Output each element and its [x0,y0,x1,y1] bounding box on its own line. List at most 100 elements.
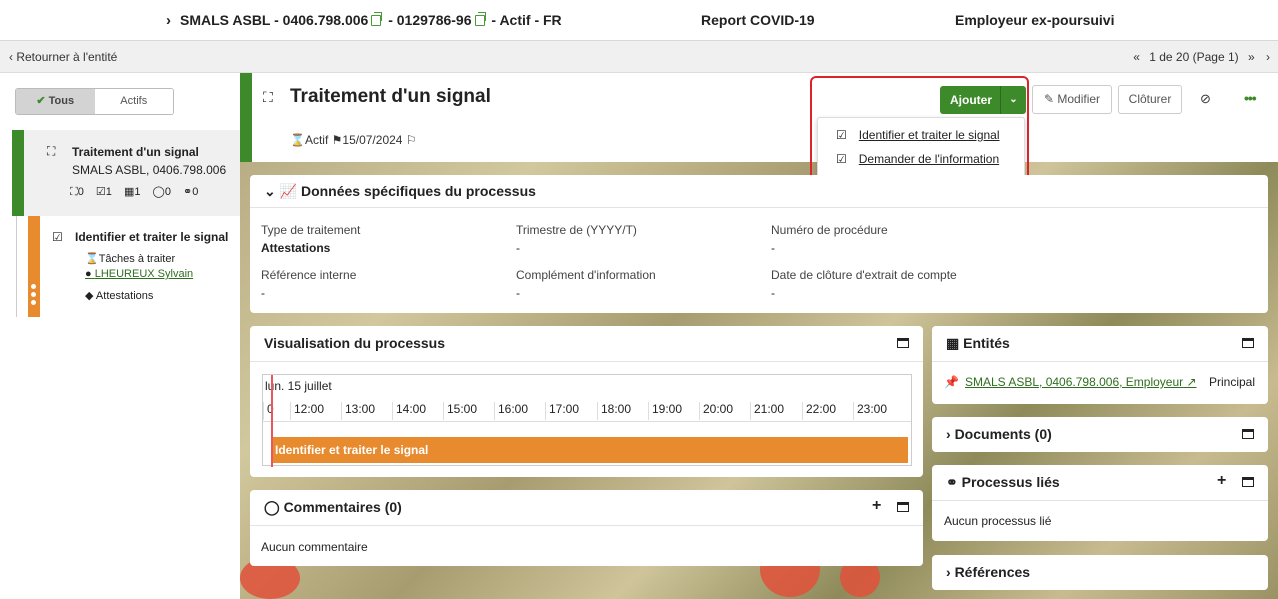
chevron-right-icon: › [946,564,951,580]
entities-title: ▦ Entités [946,335,1010,351]
hierarchy-count: ⛶0 [70,186,84,198]
tag-icon: ◆ [85,290,94,302]
first-page-icon[interactable]: « [1133,50,1140,64]
filter-toggle: ✔ Tous Actifs [15,88,174,115]
toggle-active[interactable]: Actifs [94,89,173,114]
checkbox-icon: ☑ [836,128,847,142]
gantt-task-bar[interactable]: Identifier et traiter le signal [271,437,908,463]
field-label: Type de traitement [261,223,361,237]
field-label: Date de clôture d'extrait de compte [771,268,957,282]
close-button[interactable]: Clôturer [1118,85,1182,114]
field-value: - [516,286,520,300]
field-label: Complément d'information [516,268,656,282]
process-card[interactable]: ⛶ Traitement d'un signal SMALS ASBL, 040… [12,130,240,216]
window-icon[interactable] [1242,338,1254,348]
field-value: - [771,241,775,255]
comment-count: ◯0 [152,186,171,198]
field-label: Référence interne [261,268,357,282]
entity-heading: › SMALS ASBL - 0406.798.006 - 0129786-96 … [166,12,562,29]
gantt-hour: 13:00 [341,402,375,420]
references-panel[interactable]: › Références [932,555,1268,590]
field-label: Trimestre de (YYYY/T) [516,223,637,237]
modify-button[interactable]: ✎ Modifier [1032,85,1112,114]
gantt-hour: 17:00 [545,402,579,420]
gantt-hour: 19:00 [648,402,682,420]
gantt-chart: lun. 15 juillet 0 12:00 13:00 14:00 15:0… [262,374,912,467]
comment-icon: ◯ [264,499,280,515]
next-icon[interactable]: › [1266,50,1270,64]
comments-title: ◯ Commentaires (0) [264,499,402,515]
chevron-right-icon: › [946,426,951,442]
field-value: - [261,286,265,300]
specific-data-header[interactable]: ⌄ 📈 Données spécifiques du processus [264,183,536,200]
documents-panel[interactable]: › Documents (0) [932,417,1268,452]
task-user-link[interactable]: ● LHEUREUX Sylvain [85,268,193,280]
window-icon[interactable] [897,338,909,348]
chevron-down-icon: ⌄ [264,183,276,199]
link-count: ⚭0 [183,186,199,198]
divider [250,207,1268,208]
add-dropdown-menu: ☑ Identifier et traiter le signal ☑ Demand… [817,117,1025,178]
chevron-right-icon[interactable]: › [166,12,180,29]
copy-icon[interactable] [474,12,486,26]
add-comment-icon[interactable]: + [872,497,881,515]
window-icon[interactable] [1242,477,1254,487]
tree-line [16,216,17,317]
nav-bar: ‹ Retourner à l'entité « 1 de 20 (Page 1… [0,41,1278,73]
comments-empty: Aucun commentaire [261,540,368,554]
gantt-hour: 22:00 [802,402,836,420]
toggle-all-label: Tous [48,95,75,107]
more-icon[interactable]: ••• [1244,90,1257,106]
divider [250,525,923,526]
chart-icon: 📈 [279,183,298,199]
gantt-hour: 14:00 [392,402,426,420]
divider [932,361,1268,362]
task-title: Identifier et traiter le signal [75,230,229,244]
field-label: Numéro de procédure [771,223,888,237]
eye-slash-icon[interactable]: ⊘ [1200,91,1211,107]
top-bar: › SMALS ASBL - 0406.798.006 - 0129786-96 … [0,0,1278,41]
toggle-all[interactable]: ✔ Tous [16,89,95,114]
drag-handle-icon[interactable] [31,284,37,308]
entity-code: 0129786-96 [396,12,472,28]
window-icon[interactable] [1242,429,1254,439]
checkbox-icon: ☑ [836,152,847,166]
divider [932,500,1268,501]
report-label: Report COVID-19 [701,12,815,28]
hierarchy-icon: ⛶ [47,144,56,158]
gantt-row-line [263,421,911,422]
visualisation-panel: Visualisation du processus lun. 15 juill… [250,326,923,477]
back-label: Retourner à l'entité [16,50,118,64]
user-icon: ● [85,268,92,280]
last-page-icon[interactable]: » [1248,50,1255,64]
entity-link[interactable]: SMALS ASBL, 0406.798.006, Employeur ↗ [965,375,1197,389]
entity-status: - Actif - FR [487,12,562,28]
add-link-icon[interactable]: + [1217,472,1226,490]
hierarchy-icon: ⛶ [263,89,273,105]
menu-item-identify[interactable]: ☑ Identifier et traiter le signal [836,128,1000,142]
copy-icon[interactable] [371,12,383,26]
field-value: - [516,241,520,255]
menu-item-request[interactable]: ☑ Demander de l'information [836,152,999,166]
documents-title: › Documents (0) [946,426,1052,442]
references-title: › Références [946,564,1031,580]
window-icon[interactable] [897,502,909,512]
task-card[interactable]: ☑ Identifier et traiter le signal ⌛Tâche… [28,216,240,317]
gantt-hour: 23:00 [853,402,887,420]
gantt-hour: 15:00 [443,402,477,420]
gantt-now-marker [271,375,273,467]
page-title: Traitement d'un signal [290,86,491,107]
comments-panel: ◯ Commentaires (0) + Aucun commentaire [250,490,923,566]
building-icon: ▦ [946,335,960,351]
task-count: ☑1 [95,186,112,198]
entities-panel: ▦ Entités 📌 SMALS ASBL, 0406.798.006, Em… [932,326,1268,404]
pin-icon: 📌 [944,375,959,389]
gantt-hour: 18:00 [597,402,631,420]
link-icon: ⚭ [946,474,958,490]
gantt-hour: 21:00 [750,402,784,420]
back-link[interactable]: ‹ Retourner à l'entité [9,50,117,64]
employer-label: Employeur ex-poursuivi [955,12,1115,28]
building-count: ▦1 [123,186,141,198]
process-sub: SMALS ASBL, 0406.798.006 [72,163,227,177]
entity-role: Principal [1209,375,1256,389]
